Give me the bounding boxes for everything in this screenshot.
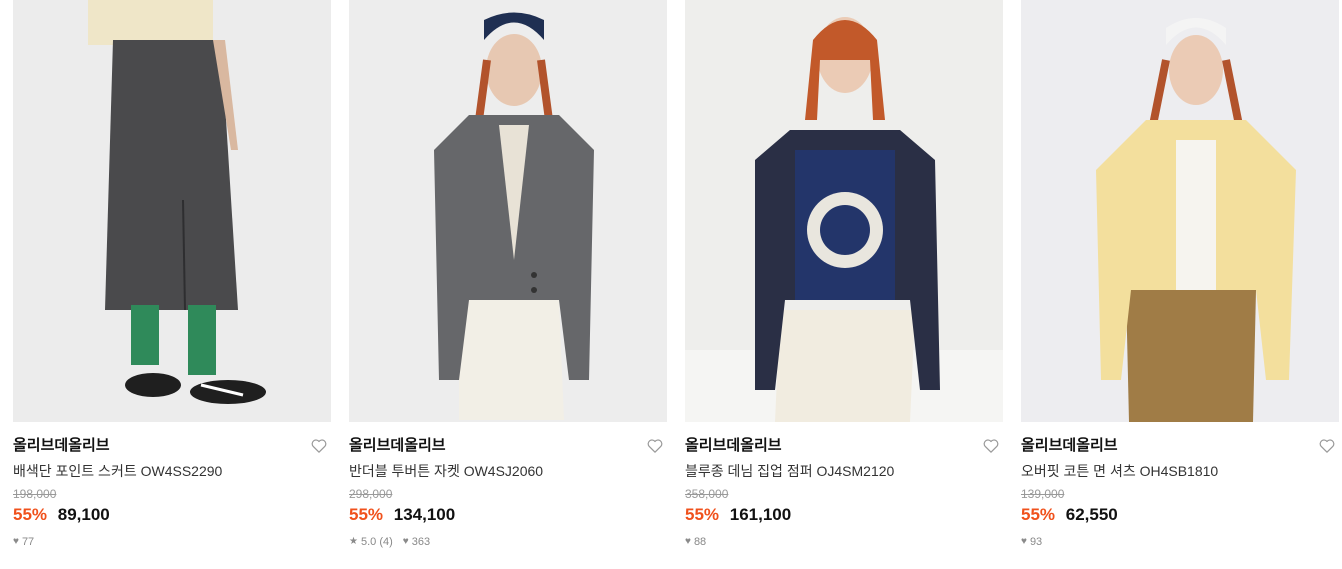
sale-price: 161,100 [729, 505, 792, 524]
product-meta: ★ 5.0 (4) ♥ 363 [349, 535, 667, 549]
sale-price: 134,100 [393, 505, 456, 524]
product-card[interactable]: 올리브데올리브 오버핏 코튼 면 셔츠 OH4SB1810 139,000 55… [1021, 0, 1339, 549]
brand-name[interactable]: 올리브데올리브 [1021, 437, 1118, 454]
likes-count: 77 [21, 536, 35, 548]
rating-value: 5.0 (4) [360, 536, 393, 548]
likes: ♥ 363 [403, 535, 430, 549]
wishlist-heart-icon[interactable] [311, 438, 329, 454]
original-price: 358,000 [685, 487, 729, 501]
product-meta: ♥ 77 [13, 535, 331, 549]
price-row: 55% 161,100 [685, 505, 1003, 525]
heart-filled-icon: ♥ [13, 536, 19, 547]
product-image[interactable] [13, 0, 331, 422]
model-shirt-photo [1021, 0, 1339, 422]
sale-price: 62,550 [1065, 505, 1118, 524]
product-image[interactable] [685, 0, 1003, 422]
wishlist-heart-icon[interactable] [983, 438, 1001, 454]
discount-rate: 55% [349, 505, 384, 524]
discount-rate: 55% [13, 505, 48, 524]
product-meta: ♥ 93 [1021, 535, 1339, 549]
wishlist-heart-icon[interactable] [1319, 438, 1337, 454]
likes-count: 88 [693, 536, 707, 548]
price-row: 55% 134,100 [349, 505, 667, 525]
original-price: 139,000 [1021, 487, 1065, 501]
heart-filled-icon: ♥ [685, 536, 691, 547]
heart-filled-icon: ♥ [402, 536, 409, 547]
rating: ★ 5.0 (4) [349, 535, 393, 549]
likes: ♥ 77 [13, 535, 34, 549]
model-jacket-photo [349, 0, 667, 422]
model-denim-jumper-photo [685, 0, 1003, 422]
product-meta: ♥ 88 [685, 535, 1003, 549]
price-row: 55% 62,550 [1021, 505, 1339, 525]
original-price: 298,000 [349, 487, 393, 501]
product-name[interactable]: 블루종 데님 집업 점퍼 OJ4SM2120 [685, 462, 1003, 480]
product-name[interactable]: 배색단 포인트 스커트 OW4SS2290 [13, 462, 331, 480]
likes-count: 363 [411, 536, 431, 548]
star-icon: ★ [349, 536, 358, 547]
discount-rate: 55% [685, 505, 720, 524]
sale-price: 89,100 [57, 505, 110, 524]
product-grid: 올리브데올리브 배색단 포인트 스커트 OW4SS2290 198,000 55… [0, 0, 1342, 569]
model-skirt-photo [13, 0, 331, 422]
heart-filled-icon: ♥ [1021, 536, 1027, 547]
original-price: 198,000 [13, 487, 57, 501]
wishlist-heart-icon[interactable] [647, 438, 665, 454]
product-name[interactable]: 반더블 투버튼 자켓 OW4SJ2060 [349, 462, 667, 480]
product-image[interactable] [349, 0, 667, 422]
likes-count: 93 [1029, 536, 1043, 548]
product-image[interactable] [1021, 0, 1339, 422]
likes: ♥ 88 [685, 535, 706, 549]
price-row: 55% 89,100 [13, 505, 331, 525]
product-name[interactable]: 오버핏 코튼 면 셔츠 OH4SB1810 [1021, 462, 1339, 480]
brand-name[interactable]: 올리브데올리브 [685, 437, 782, 454]
product-card[interactable]: 올리브데올리브 배색단 포인트 스커트 OW4SS2290 198,000 55… [13, 0, 331, 549]
discount-rate: 55% [1021, 505, 1056, 524]
brand-name[interactable]: 올리브데올리브 [349, 437, 446, 454]
brand-name[interactable]: 올리브데올리브 [13, 437, 110, 454]
likes: ♥ 93 [1021, 535, 1042, 549]
product-card[interactable]: 올리브데올리브 반더블 투버튼 자켓 OW4SJ2060 298,000 55%… [349, 0, 667, 549]
product-card[interactable]: 올리브데올리브 블루종 데님 집업 점퍼 OJ4SM2120 358,000 5… [685, 0, 1003, 549]
